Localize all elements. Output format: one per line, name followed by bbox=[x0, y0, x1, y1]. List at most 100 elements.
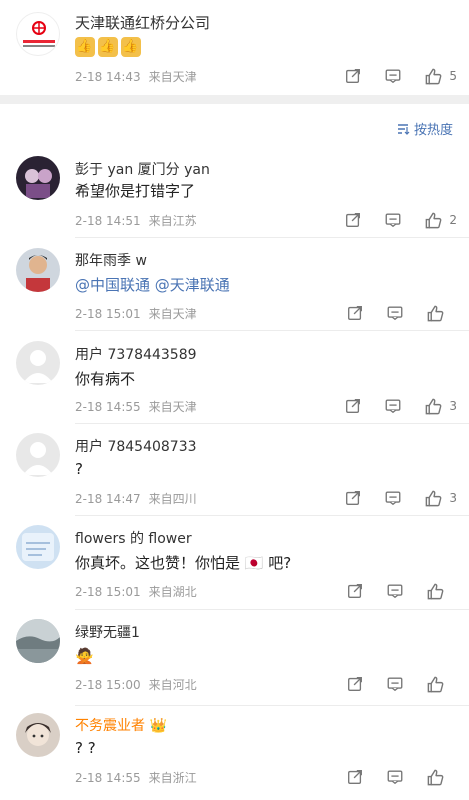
comment-time: 2-18 14:55 bbox=[75, 400, 141, 414]
avatar[interactable] bbox=[16, 248, 60, 292]
comment-actions bbox=[324, 767, 457, 787]
like-button[interactable] bbox=[426, 304, 457, 323]
share-icon bbox=[346, 768, 364, 786]
divider bbox=[75, 515, 469, 516]
china-unicom-logo[interactable] bbox=[16, 12, 60, 56]
like-button[interactable] bbox=[426, 675, 457, 694]
repost-button[interactable] bbox=[346, 582, 364, 600]
share-icon bbox=[344, 211, 362, 229]
comment-time: 2-18 14:47 bbox=[75, 492, 141, 506]
thumbs-up-icon bbox=[424, 397, 443, 416]
comment-text: 希望你是打错字了 bbox=[75, 182, 196, 200]
comment-time: 2-18 14:55 bbox=[75, 771, 141, 785]
sort-by-hot-button[interactable]: 按热度 bbox=[396, 119, 453, 138]
share-icon bbox=[346, 582, 364, 600]
divider bbox=[75, 609, 469, 610]
comment-time: 2-18 15:01 bbox=[75, 307, 141, 321]
avatar[interactable] bbox=[16, 713, 60, 757]
avatar[interactable] bbox=[16, 341, 60, 385]
commenter-name[interactable]: 那年雨季 w bbox=[75, 250, 147, 270]
like-button[interactable]: 5 bbox=[424, 67, 457, 86]
like-button[interactable] bbox=[426, 582, 457, 601]
repost-button[interactable] bbox=[346, 768, 364, 786]
comment-time: 2-18 15:01 bbox=[75, 585, 141, 599]
avatar[interactable] bbox=[16, 619, 60, 663]
like-count: 3 bbox=[449, 491, 457, 505]
avatar[interactable] bbox=[16, 433, 60, 477]
comment-location: 来自天津 bbox=[148, 70, 197, 84]
thumbs-up-emoji: 👍 bbox=[121, 37, 141, 57]
commenter-name[interactable]: 绿野无疆1 bbox=[75, 622, 140, 642]
comment-icon bbox=[384, 67, 402, 85]
comment-actions bbox=[324, 674, 457, 694]
comment-location: 来自湖北 bbox=[148, 585, 197, 599]
comment-emoji: 🙅 bbox=[75, 647, 94, 665]
reply-button[interactable] bbox=[386, 304, 404, 322]
comment-time: 2-18 14:43 bbox=[75, 70, 141, 84]
share-icon bbox=[344, 397, 362, 415]
reply-button[interactable] bbox=[386, 582, 404, 600]
comment-text: 你真坏。这也赞！你怕是 🇯🇵 吧? bbox=[75, 554, 292, 572]
comment-actions: 3 bbox=[322, 396, 457, 416]
comment-text: ? ? bbox=[75, 739, 96, 757]
comment-actions bbox=[324, 581, 457, 601]
repost-button[interactable] bbox=[344, 211, 362, 229]
like-button[interactable]: 3 bbox=[424, 489, 457, 508]
share-icon bbox=[344, 489, 362, 507]
reply-button[interactable] bbox=[386, 675, 404, 693]
comment-meta: 2-18 15:01 来自天津 bbox=[75, 305, 197, 322]
reply-button[interactable] bbox=[386, 768, 404, 786]
repost-button[interactable] bbox=[344, 67, 362, 85]
section-divider bbox=[0, 95, 469, 104]
comment-time: 2-18 15:00 bbox=[75, 678, 141, 692]
mention-link[interactable]: @天津联通 bbox=[155, 276, 230, 294]
reply-button[interactable] bbox=[384, 397, 402, 415]
sort-label: 按热度 bbox=[413, 123, 453, 138]
commenter-name[interactable]: 不务震业者 👑 bbox=[75, 715, 167, 735]
comment-actions: 3 bbox=[322, 488, 457, 508]
commenter-name[interactable]: 用户 7845408733 bbox=[75, 436, 197, 456]
like-button[interactable] bbox=[426, 768, 457, 787]
comment-meta: 2-18 15:00 来自河北 bbox=[75, 676, 197, 693]
repost-button[interactable] bbox=[346, 675, 364, 693]
like-count: 2 bbox=[449, 213, 457, 227]
comment-meta: 2-18 14:55 来自天津 bbox=[75, 398, 197, 415]
like-button[interactable]: 2 bbox=[424, 211, 457, 230]
thumbs-up-icon bbox=[426, 582, 445, 601]
comment-meta: 2-18 15:01 来自湖北 bbox=[75, 583, 197, 600]
commenter-name[interactable]: 彭于 yan 厦门分 yan bbox=[75, 159, 210, 179]
thumbs-up-icon bbox=[424, 489, 443, 508]
comment-meta: 2-18 14:47 来自四川 bbox=[75, 490, 197, 507]
comment-meta: 2-18 14:55 来自浙江 bbox=[75, 769, 197, 786]
like-button[interactable]: 3 bbox=[424, 397, 457, 416]
avatar[interactable] bbox=[16, 525, 60, 569]
repost-button[interactable] bbox=[344, 489, 362, 507]
commenter-name-text: 不务震业者 bbox=[75, 718, 145, 734]
mention-link[interactable]: @中国联通 bbox=[75, 276, 150, 294]
reply-button[interactable] bbox=[384, 211, 402, 229]
comment-icon bbox=[386, 304, 404, 322]
top-comment: 天津联通红桥分公司 👍 👍 👍 2-18 14:43 来自天津 5 bbox=[0, 0, 469, 95]
comment-text: 你有病不 bbox=[75, 370, 136, 388]
comment-location: 来自天津 bbox=[148, 307, 197, 321]
share-icon bbox=[344, 67, 362, 85]
comment-icon bbox=[384, 397, 402, 415]
commenter-name[interactable]: 天津联通红桥分公司 bbox=[75, 12, 210, 33]
comment-text: @中国联通 @天津联通 bbox=[75, 274, 230, 295]
repost-button[interactable] bbox=[344, 397, 362, 415]
thumbs-up-icon bbox=[424, 211, 443, 230]
sort-icon bbox=[397, 123, 410, 135]
divider bbox=[75, 705, 469, 706]
comment-icon bbox=[384, 489, 402, 507]
reply-button[interactable] bbox=[384, 489, 402, 507]
comment-icon bbox=[386, 768, 404, 786]
like-count: 3 bbox=[449, 399, 457, 413]
repost-button[interactable] bbox=[346, 304, 364, 322]
reply-button[interactable] bbox=[384, 67, 402, 85]
commenter-name[interactable]: 用户 7378443589 bbox=[75, 344, 197, 364]
commenter-name[interactable]: flowers 的 flower bbox=[75, 528, 192, 548]
avatar[interactable] bbox=[16, 156, 60, 200]
comment-meta: 2-18 14:51 来自江苏 bbox=[75, 212, 197, 229]
thumbs-up-icon bbox=[426, 675, 445, 694]
comment-location: 来自四川 bbox=[148, 492, 197, 506]
